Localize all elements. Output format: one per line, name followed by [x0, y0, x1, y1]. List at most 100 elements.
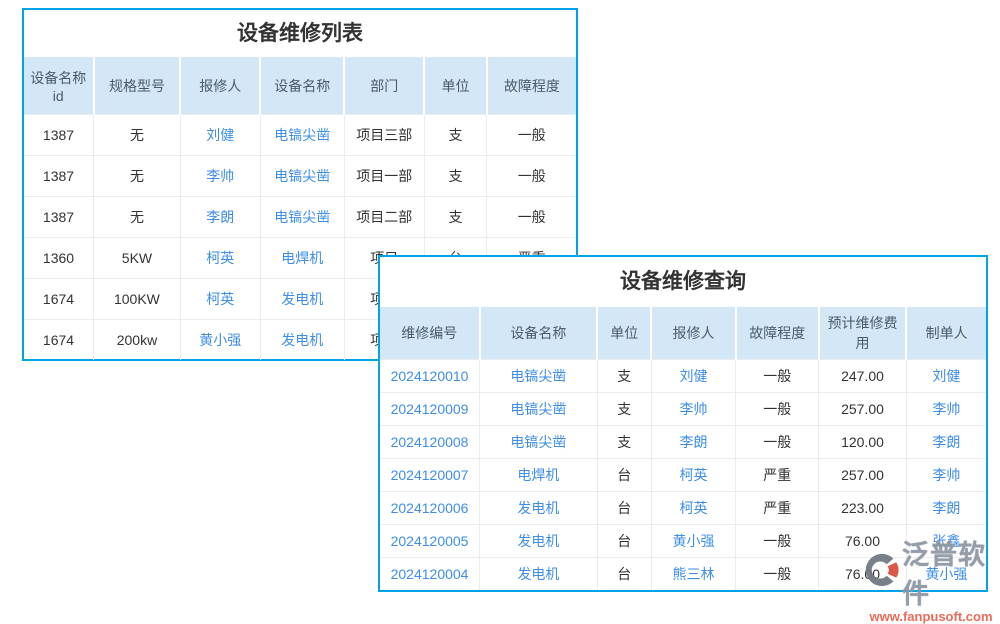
table-row: 1387无李帅电镐尖凿项目一部支一般 [24, 156, 576, 197]
cell: 无 [94, 156, 181, 197]
cell-link[interactable]: 柯英 [651, 492, 736, 525]
cell-link[interactable]: 发电机 [260, 279, 344, 320]
cell: 100KW [94, 279, 181, 320]
cell-link[interactable]: 电镐尖凿 [480, 393, 598, 426]
fanpu-logo-icon [862, 551, 900, 594]
cell: 1674 [24, 279, 94, 320]
cell-link[interactable]: 发电机 [480, 558, 598, 591]
cell-link[interactable]: 电镐尖凿 [260, 197, 344, 238]
cell: 无 [94, 197, 181, 238]
column-header: 部门 [344, 57, 424, 115]
cell-link[interactable]: 熊三林 [651, 558, 736, 591]
cell-link[interactable]: 2024120006 [380, 492, 480, 525]
cell: 一般 [487, 197, 576, 238]
cell: 247.00 [819, 360, 906, 393]
cell: 支 [424, 115, 487, 156]
repair-query-header: 维修编号设备名称单位报修人故障程度预计维修费用制单人 [380, 307, 986, 360]
cell: 一般 [736, 558, 819, 591]
repair-list-title: 设备维修列表 [24, 10, 576, 57]
cell: 200kw [94, 320, 181, 361]
cell: 项目三部 [344, 115, 424, 156]
repair-query-title: 设备维修查询 [380, 257, 986, 307]
cell: 1387 [24, 156, 94, 197]
cell: 一般 [487, 115, 576, 156]
cell-link[interactable]: 2024120005 [380, 525, 480, 558]
cell: 严重 [736, 492, 819, 525]
cell: 一般 [736, 393, 819, 426]
column-header: 设备名称 [480, 307, 598, 360]
cell: 257.00 [819, 393, 906, 426]
cell: 支 [597, 360, 651, 393]
column-header: 预计维修费用 [819, 307, 906, 360]
table-row: 1387无刘健电镐尖凿项目三部支一般 [24, 115, 576, 156]
cell: 1360 [24, 238, 94, 279]
cell-link[interactable]: 柯英 [180, 238, 260, 279]
cell-link[interactable]: 刘健 [180, 115, 260, 156]
column-header: 维修编号 [380, 307, 480, 360]
cell-link[interactable]: 刘健 [906, 360, 986, 393]
cell-link[interactable]: 李帅 [906, 459, 986, 492]
cell-link[interactable]: 电镐尖凿 [260, 156, 344, 197]
table-row: 1387无李朗电镐尖凿项目二部支一般 [24, 197, 576, 238]
cell: 支 [597, 426, 651, 459]
cell-link[interactable]: 李朗 [651, 426, 736, 459]
cell-link[interactable]: 2024120004 [380, 558, 480, 591]
cell-link[interactable]: 电焊机 [480, 459, 598, 492]
cell: 223.00 [819, 492, 906, 525]
watermark: 泛普软件 www.fanpusoft.com [862, 533, 1000, 624]
cell-link[interactable]: 电镐尖凿 [480, 426, 598, 459]
cell-link[interactable]: 黄小强 [180, 320, 260, 361]
cell: 项目一部 [344, 156, 424, 197]
cell-link[interactable]: 柯英 [180, 279, 260, 320]
cell-link[interactable]: 李帅 [651, 393, 736, 426]
table-row: 2024120008电镐尖凿支李朗一般120.00李朗 [380, 426, 986, 459]
cell-link[interactable]: 2024120008 [380, 426, 480, 459]
cell: 无 [94, 115, 181, 156]
column-header: 故障程度 [487, 57, 576, 115]
cell-link[interactable]: 李朗 [906, 426, 986, 459]
cell-link[interactable]: 2024120007 [380, 459, 480, 492]
cell-link[interactable]: 李朗 [180, 197, 260, 238]
cell-link[interactable]: 发电机 [260, 320, 344, 361]
column-header: 报修人 [651, 307, 736, 360]
cell: 严重 [736, 459, 819, 492]
cell-link[interactable]: 电镐尖凿 [480, 360, 598, 393]
header-row: 维修编号设备名称单位报修人故障程度预计维修费用制单人 [380, 307, 986, 360]
column-header: 设备名称 [260, 57, 344, 115]
cell-link[interactable]: 发电机 [480, 525, 598, 558]
watermark-url: www.fanpusoft.com [862, 609, 1000, 624]
cell: 台 [597, 459, 651, 492]
column-header: 规格型号 [94, 57, 181, 115]
cell: 一般 [736, 426, 819, 459]
cell: 台 [597, 525, 651, 558]
cell: 1387 [24, 115, 94, 156]
cell-link[interactable]: 柯英 [651, 459, 736, 492]
cell: 项目二部 [344, 197, 424, 238]
cell-link[interactable]: 李朗 [906, 492, 986, 525]
table-row: 2024120006发电机台柯英严重223.00李朗 [380, 492, 986, 525]
cell-link[interactable]: 电镐尖凿 [260, 115, 344, 156]
column-header: 单位 [424, 57, 487, 115]
cell-link[interactable]: 黄小强 [651, 525, 736, 558]
column-header: 设备名称id [24, 57, 94, 115]
cell-link[interactable]: 2024120009 [380, 393, 480, 426]
cell-link[interactable]: 2024120010 [380, 360, 480, 393]
column-header: 单位 [597, 307, 651, 360]
cell-link[interactable]: 刘健 [651, 360, 736, 393]
cell: 台 [597, 558, 651, 591]
table-row: 2024120009电镐尖凿支李帅一般257.00李帅 [380, 393, 986, 426]
cell-link[interactable]: 李帅 [906, 393, 986, 426]
cell: 一般 [487, 156, 576, 197]
cell: 支 [597, 393, 651, 426]
column-header: 故障程度 [736, 307, 819, 360]
cell: 120.00 [819, 426, 906, 459]
cell: 257.00 [819, 459, 906, 492]
column-header: 报修人 [180, 57, 260, 115]
cell-link[interactable]: 李帅 [180, 156, 260, 197]
cell-link[interactable]: 发电机 [480, 492, 598, 525]
cell: 一般 [736, 525, 819, 558]
cell: 1674 [24, 320, 94, 361]
cell-link[interactable]: 电焊机 [260, 238, 344, 279]
cell: 5KW [94, 238, 181, 279]
repair-list-header: 设备名称id规格型号报修人设备名称部门单位故障程度 [24, 57, 576, 115]
